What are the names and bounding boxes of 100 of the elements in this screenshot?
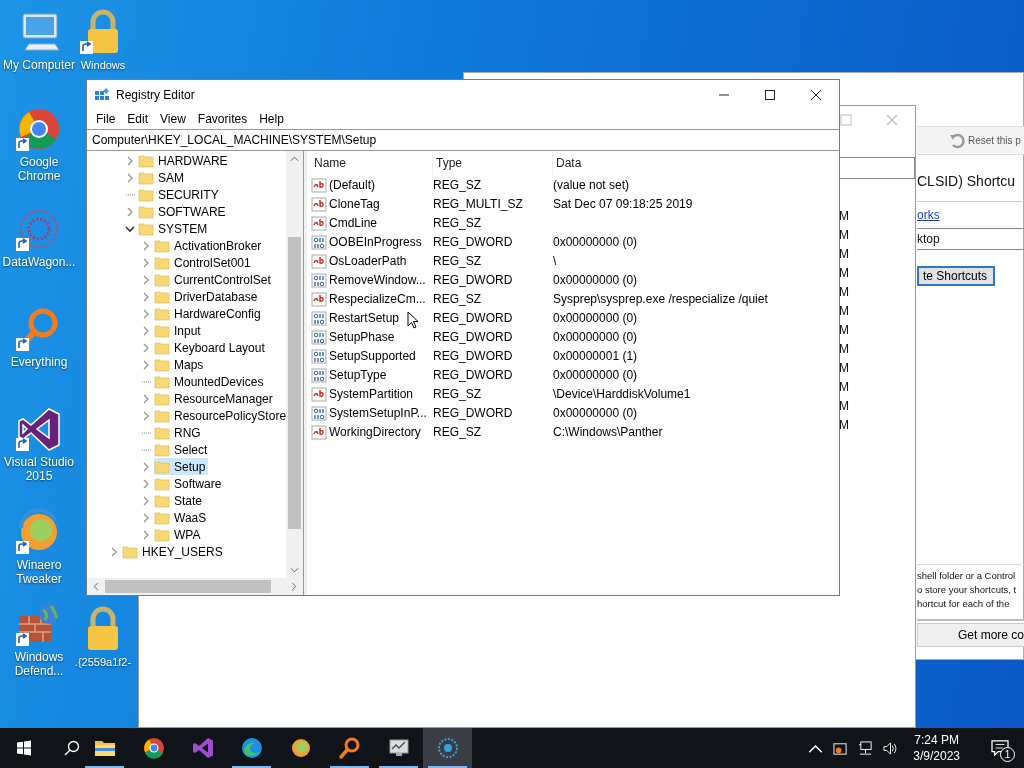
chevron-right-icon[interactable] — [141, 291, 151, 302]
chevron-right-icon[interactable] — [125, 155, 135, 166]
scroll-up-icon[interactable] — [290, 156, 299, 162]
tray-app-icon[interactable] — [833, 740, 849, 756]
chevron-right-icon[interactable] — [141, 495, 151, 506]
menu-item[interactable]: View — [154, 112, 192, 126]
value-name[interactable]: CmdLine — [329, 215, 378, 230]
chevron-right-icon[interactable] — [141, 240, 151, 251]
chevron-right-icon[interactable] — [141, 478, 151, 489]
menu-item[interactable]: Help — [253, 112, 290, 126]
get-more-button[interactable]: Get more co — [917, 623, 1024, 647]
value-name[interactable]: OsLoaderPath — [329, 253, 407, 268]
tree-item[interactable]: SECURITY — [138, 186, 222, 203]
value-name[interactable]: RespecializeCm... — [329, 291, 426, 306]
clock[interactable]: 7:24 PM 3/9/2023 — [913, 732, 960, 764]
chevron-right-icon[interactable] — [125, 206, 135, 217]
tree-item[interactable]: RNG — [154, 424, 204, 441]
tree-item[interactable]: WPA — [154, 526, 204, 543]
menu-item[interactable]: Favorites — [191, 112, 254, 126]
tree-item[interactable]: SOFTWARE — [138, 203, 229, 220]
tree-item[interactable]: HARDWARE — [138, 152, 231, 169]
chevron-right-icon[interactable] — [141, 512, 151, 523]
tree-item[interactable]: SYSTEM — [138, 220, 211, 237]
scroll-left-icon[interactable] — [93, 582, 99, 591]
string-value-icon — [311, 176, 327, 193]
address-field[interactable]: Computer\HKEY_LOCAL_MACHINE\SYSTEM\Setup — [87, 129, 839, 151]
chevron-right-icon[interactable] — [141, 257, 151, 268]
scrollbar[interactable] — [286, 151, 303, 578]
tree-item[interactable]: HKEY_USERS — [122, 543, 226, 560]
icon-label: Everything — [10, 355, 68, 369]
tree-item[interactable]: HardwareConfig — [154, 305, 264, 322]
value-type: REG_DWORD — [433, 405, 514, 420]
table-cell-text: M — [839, 417, 849, 434]
tree-item[interactable]: Maps — [154, 356, 207, 373]
value-name[interactable]: WorkingDirectory — [329, 424, 421, 439]
column-header[interactable]: Name — [311, 151, 433, 175]
tree-item[interactable]: Input — [154, 322, 204, 339]
chevron-right-icon[interactable] — [141, 529, 151, 540]
binary-value-icon — [311, 233, 327, 250]
folder-icon — [154, 339, 170, 356]
tree-item[interactable]: ControlSet001 — [154, 254, 254, 271]
chevron-right-icon[interactable] — [141, 410, 151, 421]
folder-icon — [154, 288, 170, 305]
chevron-right-icon[interactable] — [141, 308, 151, 319]
close-icon[interactable] — [886, 114, 898, 126]
network-icon[interactable] — [858, 740, 874, 756]
search-icon[interactable] — [64, 740, 80, 756]
start-icon[interactable] — [16, 740, 32, 756]
tree-item[interactable]: SAM — [138, 169, 187, 186]
input-field[interactable]: ktop — [917, 228, 1024, 250]
value-data: \ — [553, 253, 558, 268]
chevron-right-icon[interactable] — [141, 274, 151, 285]
tree-item[interactable]: Keyboard Layout — [154, 339, 268, 356]
tree-item[interactable]: ResourcePolicyStore — [154, 407, 290, 424]
column-header[interactable]: Type — [433, 151, 553, 175]
maximize-icon — [764, 88, 776, 101]
value-name[interactable]: SetupType — [329, 367, 387, 382]
column-header[interactable]: Data — [553, 151, 839, 175]
notification-badge: 1 — [1000, 747, 1015, 762]
link[interactable]: orks — [917, 208, 1024, 222]
value-name[interactable]: RestartSetup — [329, 310, 400, 325]
tree-item[interactable]: WaaS — [154, 509, 210, 526]
tree-item[interactable]: DriverDatabase — [154, 288, 261, 305]
tree-item[interactable]: Software — [154, 475, 225, 492]
value-name[interactable]: (Default) — [329, 177, 375, 192]
volume-icon[interactable] — [883, 740, 899, 756]
binary-value-icon — [311, 271, 327, 288]
chevron-right-icon[interactable] — [141, 393, 151, 404]
chevron-right-icon[interactable] — [141, 461, 151, 472]
scrollbar[interactable] — [87, 578, 303, 595]
maximize-icon[interactable] — [840, 114, 852, 126]
tree-item[interactable]: ResourceManager — [154, 390, 276, 407]
chevron-right-icon[interactable] — [141, 359, 151, 370]
scroll-down-icon[interactable] — [290, 567, 299, 573]
value-name[interactable]: SetupPhase — [329, 329, 395, 344]
value-name[interactable]: SystemSetupInP... — [329, 405, 427, 420]
window-title: Registry Editor — [116, 87, 195, 102]
menu-item[interactable]: File — [90, 112, 122, 126]
value-name[interactable]: OOBEInProgress — [329, 234, 422, 249]
value-name[interactable]: SystemPartition — [329, 386, 414, 401]
tree-item[interactable]: State — [154, 492, 206, 509]
create-shortcuts-button[interactable]: te Shortcuts — [917, 266, 996, 286]
reset-button[interactable]: Reset this p — [968, 135, 1021, 146]
chevron-right-icon[interactable] — [125, 172, 135, 183]
tree-item[interactable]: Select — [154, 441, 211, 458]
chevron-down-icon[interactable] — [125, 223, 135, 234]
chevron-right-icon[interactable] — [141, 342, 151, 353]
tree-item[interactable]: Setup — [154, 458, 209, 475]
value-name[interactable]: SetupSupported — [329, 348, 416, 363]
value-name[interactable]: RemoveWindow... — [329, 272, 426, 287]
scroll-right-icon[interactable] — [291, 582, 297, 591]
menu-item[interactable]: Edit — [121, 112, 155, 126]
chevron-right-icon[interactable] — [141, 325, 151, 336]
chevron-right-icon[interactable] — [109, 546, 119, 557]
notifications-icon[interactable] — [991, 740, 1009, 756]
value-name[interactable]: CloneTag — [329, 196, 380, 211]
tree-item[interactable]: MountedDevices — [154, 373, 267, 390]
icon-label: .{2559a1f2- — [74, 655, 132, 669]
tree-item[interactable]: ActivationBroker — [154, 237, 265, 254]
tree-item[interactable]: CurrentControlSet — [154, 271, 274, 288]
